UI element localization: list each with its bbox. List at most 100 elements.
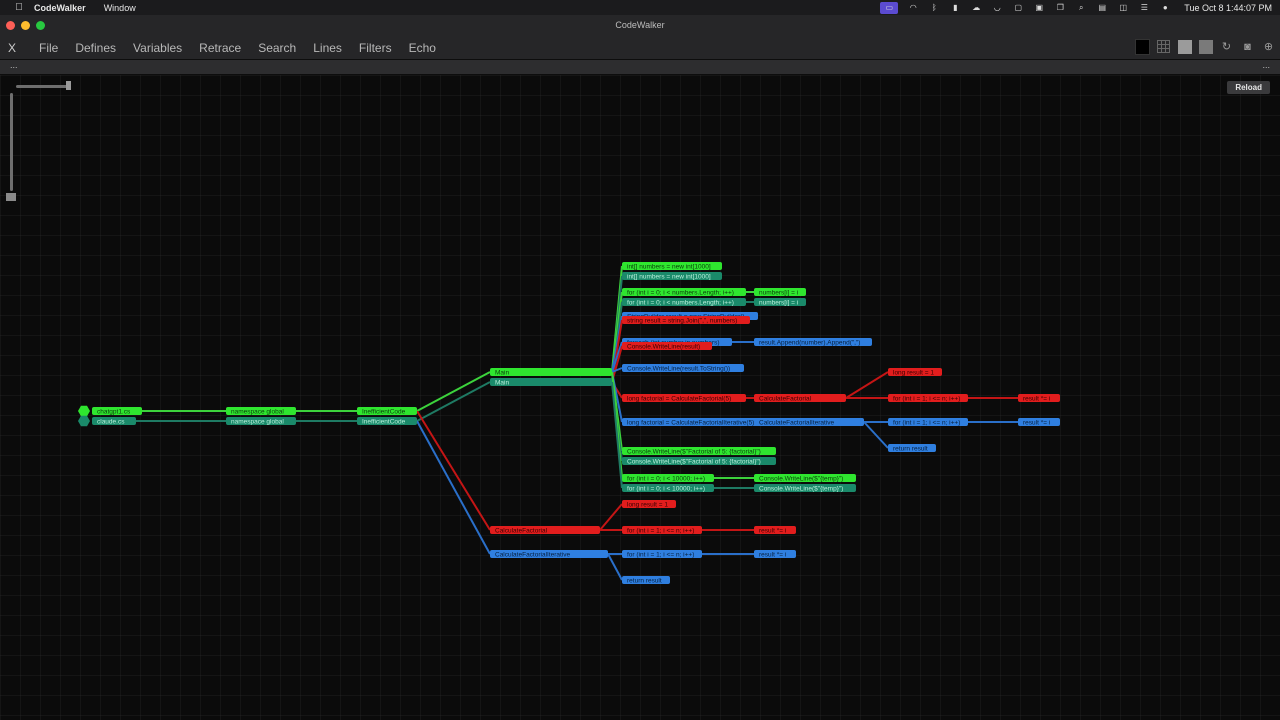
graph-node-h1[interactable]: long factorial = CalculateFactorialItera…	[622, 418, 762, 426]
graph-node-f2[interactable]: claude.cs	[92, 417, 136, 425]
battery-icon[interactable]: ▮	[949, 3, 961, 12]
graph-node-ic2[interactable]: InefficientCode	[357, 417, 417, 425]
graph-node-r3[interactable]: result *= i	[1018, 394, 1060, 402]
graph-node-m2[interactable]: Main	[490, 378, 612, 386]
graph-node-c2[interactable]: string result = string.Join(",", numbers…	[622, 316, 750, 324]
graph-node-r1[interactable]: long result = 1	[888, 368, 942, 376]
graph-node-label: for (int i = 1; i <= n; i++)	[627, 551, 694, 558]
camera-icon[interactable]: ◙	[1240, 39, 1255, 54]
refresh-icon[interactable]: ↻	[1219, 39, 1234, 54]
graph-node-label: long factorial = CalculateFactorialItera…	[627, 419, 754, 426]
app-menu[interactable]: CodeWalker	[34, 3, 86, 13]
graph-node-s3[interactable]: result *= i	[754, 526, 796, 534]
file-hexagon-icon[interactable]	[78, 415, 90, 427]
graph-node-label: Main	[495, 369, 509, 376]
graph-node-d2[interactable]: Console.WriteLine(result)	[622, 342, 712, 350]
headphones-icon[interactable]: ◠	[907, 3, 919, 12]
gray-background-icon[interactable]	[1177, 39, 1192, 54]
graph-node-cf[interactable]: CalculateFactorial	[490, 526, 600, 534]
screen-record-icon[interactable]: ▭	[880, 1, 899, 14]
airplay-icon[interactable]: ▣	[1033, 3, 1045, 12]
wifi-icon[interactable]: ◡	[991, 3, 1003, 12]
graph-edge	[416, 420, 491, 555]
layout-icon[interactable]	[1198, 39, 1213, 54]
window-menu[interactable]: Window	[104, 3, 136, 13]
graph-node-label: namespace global	[231, 408, 284, 415]
graph-node-cfi[interactable]: CalculateFactorialIterative	[490, 550, 608, 558]
graph-node-label: long factorial = CalculateFactorial(5)	[627, 395, 731, 402]
graph-node-label: Console.WriteLine(result.ToString())	[627, 365, 730, 372]
graph-node-g1[interactable]: long factorial = CalculateFactorial(5)	[622, 394, 746, 402]
graph-node-t3[interactable]: return result	[622, 576, 670, 584]
graph-node-b2[interactable]: for (int i = 0; i < numbers.Length; i++)	[622, 298, 746, 306]
defines-menu[interactable]: Defines	[75, 41, 116, 55]
graph-node-b1[interactable]: for (int i = 0; i < numbers.Length; i++)	[622, 288, 746, 296]
file-menu[interactable]: File	[39, 41, 58, 55]
window-icon[interactable]: ❐	[1054, 3, 1066, 12]
menubar-clock[interactable]: Tue Oct 8 1:44:07 PM	[1184, 3, 1272, 13]
graph-node-b1c[interactable]: numbers[i] = i	[754, 288, 806, 296]
keyboard-icon[interactable]: ▤	[1096, 3, 1108, 12]
graph-node-f1[interactable]: chatgpt1.cs	[92, 407, 142, 415]
graph-node-label: result *= i	[759, 527, 786, 534]
graph-node-label: Console.WriteLine($"Factorial of 5: {fac…	[627, 458, 761, 465]
graph-node-ic1[interactable]: InefficientCode	[357, 407, 417, 415]
graph-node-label: for (int i = 0; i < 10000; i++)	[627, 485, 705, 492]
graph-node-t2[interactable]: result *= i	[754, 550, 796, 558]
graph-node-l2[interactable]: for (int i = 0; i < 10000; i++)	[622, 484, 714, 492]
graph-node-label: return result	[627, 577, 662, 584]
apple-icon[interactable]: 	[14, 2, 24, 13]
graph-node-t1[interactable]: for (int i = 1; i <= n; i++)	[622, 550, 702, 558]
graph-node-label: numbers[i] = i	[759, 289, 798, 296]
control-center-icon[interactable]: ☰	[1138, 3, 1150, 12]
graph-node-r5[interactable]: return result	[888, 444, 936, 452]
left-more-button[interactable]: ...	[10, 60, 18, 70]
echo-menu[interactable]: Echo	[409, 41, 436, 55]
graph-node-b2c[interactable]: numbers[i] = i	[754, 298, 806, 306]
graph-node-d1c[interactable]: result.Append(number).Append(",")	[754, 338, 872, 346]
graph-node-l2c[interactable]: Console.WriteLine($"{temp}")	[754, 484, 856, 492]
graph-node-l1[interactable]: for (int i = 0; i < 10000; i++)	[622, 474, 714, 482]
graph-node-label: CalculateFactorialIterative	[759, 419, 835, 426]
search-icon[interactable]: ⌕	[1075, 3, 1087, 12]
bluetooth-icon[interactable]: ᛒ	[928, 3, 940, 12]
camera-icon[interactable]: ◫	[1117, 3, 1129, 12]
graph-node-l1c[interactable]: Console.WriteLine($"{temp}")	[754, 474, 856, 482]
graph-node-k2[interactable]: Console.WriteLine($"Factorial of 5: {fac…	[622, 457, 776, 465]
filters-menu[interactable]: Filters	[359, 41, 392, 55]
close-button[interactable]: X	[8, 41, 22, 55]
graph-node-label: for (int i = 1; i <= n; i++)	[893, 419, 960, 426]
grid-icon[interactable]	[1157, 40, 1170, 53]
graph-node-r2b[interactable]: for (int i = 1; i <= n; i++)	[888, 418, 968, 426]
retrace-menu[interactable]: Retrace	[199, 41, 241, 55]
graph-node-ns2[interactable]: namespace global	[226, 417, 296, 425]
black-background-icon[interactable]	[1135, 38, 1150, 55]
graph-node-r4[interactable]: result *= i	[1018, 418, 1060, 426]
graph-node-ns1[interactable]: namespace global	[226, 407, 296, 415]
crosshair-icon[interactable]: ⊕	[1261, 39, 1276, 54]
siri-icon[interactable]: ●	[1159, 3, 1171, 12]
right-more-button[interactable]: ...	[1262, 60, 1270, 70]
weather-icon[interactable]: ☁	[970, 3, 982, 12]
lines-menu[interactable]: Lines	[313, 41, 342, 55]
graph-edge	[416, 410, 491, 531]
graph-node-a2[interactable]: int[] numbers = new int[1000]	[622, 272, 722, 280]
graph-node-r2[interactable]: for (int i = 1; i <= n; i++)	[888, 394, 968, 402]
graph-node-label: CalculateFactorial	[759, 395, 812, 402]
graph-node-s1[interactable]: long result = 1	[622, 500, 676, 508]
graph-node-k1[interactable]: Console.WriteLine($"Factorial of 5: {fac…	[622, 447, 776, 455]
file-hexagon-icon[interactable]	[78, 405, 90, 417]
graph-node-h1c[interactable]: CalculateFactorialIterative	[754, 418, 864, 426]
graph-node-e1[interactable]: Console.WriteLine(result.ToString())	[622, 364, 744, 372]
display-icon[interactable]: ▢	[1012, 3, 1024, 12]
graph-node-a1[interactable]: int[] numbers = new int[1000]	[622, 262, 722, 270]
graph-node-label: CalculateFactorial	[495, 527, 548, 534]
graph-canvas[interactable]: Reload chatgpt1.cs claude.cs namespace glo…	[0, 75, 1280, 720]
variables-menu[interactable]: Variables	[133, 41, 182, 55]
graph-node-label: for (int i = 0; i < 10000; i++)	[627, 475, 705, 482]
graph-node-g1c[interactable]: CalculateFactorial	[754, 394, 846, 402]
graph-node-m1[interactable]: Main	[490, 368, 612, 376]
secondary-strip: ... ...	[0, 60, 1280, 74]
search-menu[interactable]: Search	[258, 41, 296, 55]
graph-node-s2[interactable]: for (int i = 1; i <= n; i++)	[622, 526, 702, 534]
